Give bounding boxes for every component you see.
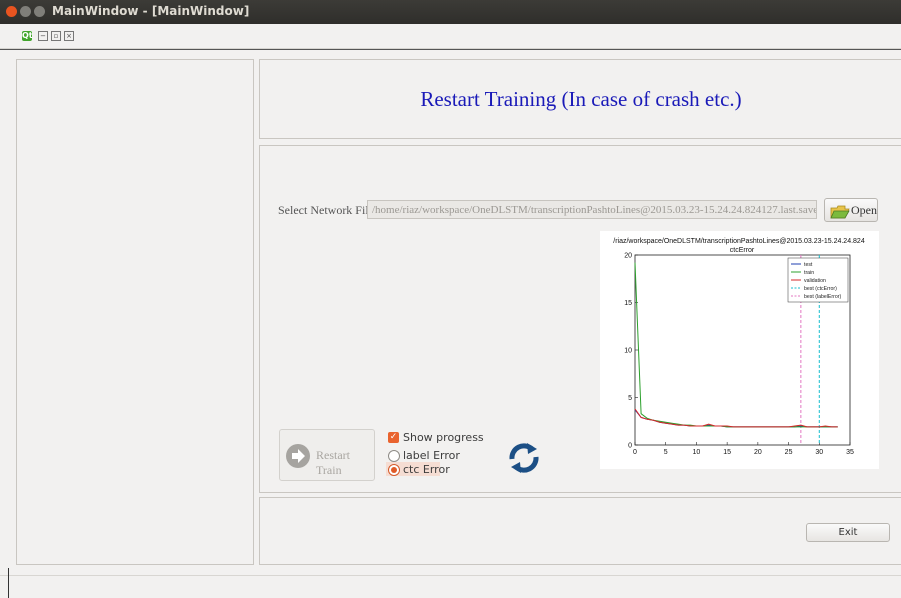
qt-logo-icon: Qt	[22, 31, 33, 41]
open-button[interactable]: Open	[824, 198, 878, 222]
error-chart: /riaz/workspace/OneDLSTM/transcriptionPa…	[600, 231, 879, 469]
window-title: MainWindow - [MainWindow]	[52, 4, 250, 18]
network-path-field[interactable]: /home/riaz/workspace/OneDLSTM/transcript…	[367, 200, 817, 219]
open-button-label: Open	[851, 203, 877, 217]
header-panel: Restart Training (In case of crash etc.)	[259, 59, 901, 139]
title-bar: MainWindow - [MainWindow]	[0, 0, 901, 24]
restart-train-label: Restart Train	[316, 448, 350, 477]
x-tick-label: 20	[754, 449, 762, 456]
y-tick-label: 0	[628, 443, 632, 450]
network-file-label: Select Network File	[278, 203, 374, 217]
chart-title: /riaz/workspace/OneDLSTM/transcriptionPa…	[613, 238, 865, 245]
page-title: Restart Training (In case of crash etc.)	[420, 87, 742, 111]
x-tick-label: 35	[846, 449, 854, 456]
arrow-right-icon	[286, 444, 310, 468]
y-tick-label: 15	[624, 300, 632, 307]
divider	[0, 49, 901, 50]
window-icon[interactable]: −	[38, 31, 48, 41]
folder-open-icon	[830, 204, 850, 223]
left-panel	[16, 59, 254, 565]
label-error-label: label Error	[403, 449, 460, 462]
close-window-icon[interactable]	[6, 6, 17, 17]
y-tick-label: 5	[628, 395, 632, 402]
status-bar-divider	[0, 575, 901, 576]
exit-button[interactable]: Exit	[806, 523, 890, 542]
chart-svg: /riaz/workspace/OneDLSTM/transcriptionPa…	[613, 238, 865, 456]
restore-icon[interactable]: ▫	[51, 31, 61, 41]
legend-label: best (ctcError)	[804, 286, 837, 292]
x-tick-label: 10	[693, 449, 701, 456]
refresh-icon[interactable]	[506, 441, 542, 479]
close-small-icon[interactable]: ×	[64, 31, 74, 41]
x-tick-label: 15	[723, 449, 731, 456]
y-tick-label: 10	[624, 348, 632, 355]
maximize-window-icon[interactable]	[34, 6, 45, 17]
show-progress-label: Show progress	[403, 431, 484, 444]
label-error-radio[interactable]	[388, 450, 400, 462]
y-tick-label: 20	[624, 253, 632, 260]
legend-label: test	[804, 262, 813, 268]
x-tick-label: 0	[633, 449, 637, 456]
minimize-window-icon[interactable]	[20, 6, 31, 17]
x-tick-label: 30	[815, 449, 823, 456]
restart-train-button[interactable]: Restart Train	[279, 429, 375, 481]
chart-subtitle: ctcError	[730, 247, 755, 254]
x-tick-label: 5	[664, 449, 668, 456]
ctc-error-label: ctc Error	[403, 463, 450, 476]
menu-bar: Qt − ▫ ×	[0, 24, 901, 49]
footer-panel	[259, 497, 901, 565]
ctc-error-radio[interactable]	[388, 464, 400, 476]
window-edge	[8, 568, 9, 598]
show-progress-checkbox[interactable]: ✓	[388, 432, 399, 443]
legend-label: best (labelError)	[804, 294, 841, 300]
legend-label: train	[804, 270, 814, 276]
x-tick-label: 25	[785, 449, 793, 456]
legend-label: validation	[804, 278, 826, 284]
